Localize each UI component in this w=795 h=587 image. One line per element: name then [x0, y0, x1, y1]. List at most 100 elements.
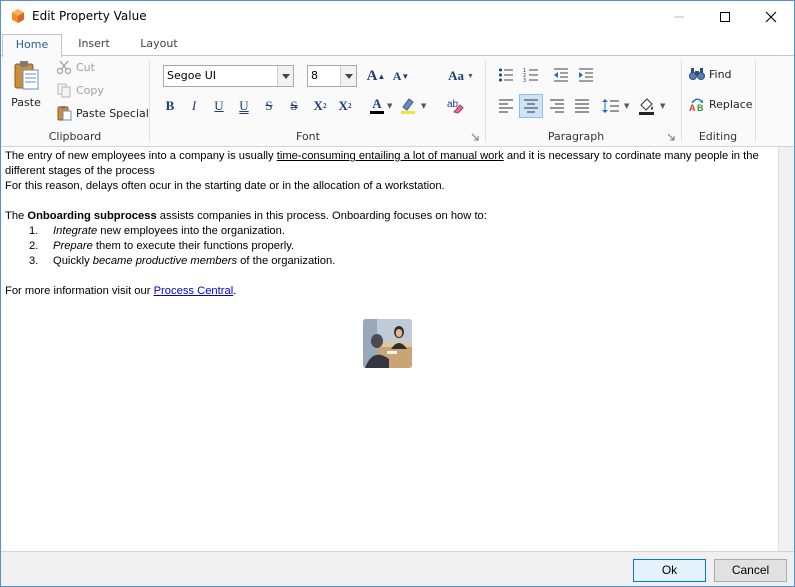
bold-icon: B: [165, 98, 175, 113]
underlined-text: time-consuming entailing a lot of manual…: [276, 150, 504, 162]
change-case-icon: Aa: [448, 68, 464, 83]
close-button[interactable]: [748, 1, 794, 32]
rich-text-editor[interactable]: The entry of new employees into a compan…: [1, 147, 778, 551]
paragraph-onboarding: The Onboarding subprocess assists compan…: [5, 210, 487, 222]
editing-group-label: Editing: [698, 130, 738, 143]
highlighter-icon: [401, 98, 415, 114]
underline-icon: U: [214, 98, 224, 113]
minimize-button[interactable]: [656, 1, 702, 32]
align-center-button[interactable]: [519, 94, 543, 118]
find-button[interactable]: Find: [689, 67, 732, 81]
svg-text:3: 3: [523, 78, 526, 83]
copy-icon: [57, 83, 71, 98]
justify-icon[interactable]: [574, 99, 590, 113]
font-group-label: Font: [296, 130, 320, 143]
clear-formatting-button[interactable]: ab: [446, 96, 464, 114]
copy-button[interactable]: Copy: [56, 82, 104, 98]
paragraph-dialog-launcher-icon[interactable]: [667, 133, 675, 141]
font-color-button[interactable]: A: [365, 96, 389, 114]
paste-special-label: Paste Special: [76, 106, 149, 120]
tab-insert[interactable]: Insert: [64, 34, 124, 56]
superscript-mark: 2: [322, 102, 327, 110]
chevron-down-icon: [340, 66, 356, 86]
superscript-button[interactable]: X2: [311, 97, 329, 115]
double-underline-button[interactable]: U: [235, 97, 253, 115]
chevron-down-icon[interactable]: ▼: [421, 102, 426, 110]
paste-button[interactable]: Paste: [7, 60, 45, 116]
find-label: Find: [709, 67, 732, 81]
line-spacing-icon[interactable]: [602, 98, 620, 114]
clipboard-group-label: Clipboard: [48, 130, 102, 143]
highlight-button[interactable]: [399, 96, 417, 114]
close-icon: [765, 11, 777, 22]
list-item: 3. Quickly became productive members of t…: [29, 255, 336, 267]
change-case-button[interactable]: Aa ▼: [446, 67, 476, 85]
chevron-down-icon: [277, 66, 293, 86]
increase-indent-icon[interactable]: [578, 67, 594, 83]
group-divider: [755, 60, 756, 142]
window-title: Edit Property Value: [32, 9, 147, 23]
shrink-font-button[interactable]: A ▼: [392, 67, 410, 85]
font-size-value: 8: [311, 69, 318, 82]
edit-property-dialog: Edit Property Value Home Insert Layout P…: [0, 0, 795, 587]
app-logo-icon: [12, 9, 24, 23]
font-color-swatch: [370, 110, 384, 114]
bold-button[interactable]: B: [161, 97, 179, 115]
paragraph-more-info: For more information visit our Process C…: [5, 285, 237, 297]
scissors-icon: [56, 60, 72, 75]
decrease-indent-icon[interactable]: [553, 67, 569, 83]
maximize-icon: [720, 11, 730, 22]
tab-home[interactable]: Home: [2, 34, 62, 57]
clear-formatting-icon: ab: [447, 99, 464, 114]
ok-button[interactable]: Ok: [633, 559, 706, 582]
cut-label: Cut: [76, 60, 95, 74]
chevron-down-icon[interactable]: ▼: [660, 102, 665, 110]
font-family-select[interactable]: Segoe UI: [163, 65, 294, 87]
double-strikethrough-button[interactable]: S: [285, 97, 303, 115]
cancel-button[interactable]: Cancel: [714, 559, 787, 582]
font-dialog-launcher-icon[interactable]: [471, 133, 479, 141]
bullet-list-icon[interactable]: [498, 67, 514, 83]
superscript-icon: X: [313, 98, 323, 113]
list-item: 2. Prepare them to execute their function…: [29, 240, 295, 252]
align-left-icon[interactable]: [498, 99, 514, 113]
double-strikethrough-icon: S: [290, 98, 298, 113]
chevron-down-icon[interactable]: ▼: [387, 102, 392, 110]
clipboard-paste-icon: [14, 61, 39, 90]
numbered-list-icon[interactable]: 1 2 3: [523, 67, 539, 83]
replace-label: Replace: [709, 97, 753, 111]
chevron-down-icon[interactable]: ▼: [624, 102, 629, 110]
font-family-value: Segoe UI: [167, 69, 217, 82]
binoculars-icon: [689, 68, 705, 80]
tab-layout[interactable]: Layout: [125, 34, 193, 56]
paste-label: Paste: [11, 96, 41, 109]
paste-special-icon: [57, 106, 72, 121]
shrink-font-icon: A: [392, 68, 402, 83]
replace-button[interactable]: A B Replace: [689, 96, 753, 113]
strikethrough-button[interactable]: S: [260, 97, 278, 115]
cut-button[interactable]: Cut: [56, 59, 95, 75]
dialog-footer: Ok Cancel: [1, 551, 794, 586]
paragraph-group-label: Paragraph: [547, 130, 605, 143]
font-size-select[interactable]: 8: [307, 65, 357, 87]
paragraph-intro: The entry of new employees into a compan…: [5, 150, 759, 177]
subscript-mark: 2: [347, 102, 352, 110]
svg-text:A: A: [689, 103, 696, 112]
process-central-link[interactable]: Process Central: [154, 285, 234, 297]
maximize-button[interactable]: [702, 1, 748, 32]
minimize-icon: [674, 16, 684, 17]
vertical-scrollbar[interactable]: [778, 147, 794, 551]
paste-special-button[interactable]: Paste Special: [56, 105, 149, 121]
underline-button[interactable]: U: [210, 97, 228, 115]
numbered-list: 1. Integrate new employees into the organ…: [5, 224, 774, 269]
font-color-icon: A: [372, 95, 382, 111]
meeting-photo: [363, 319, 412, 368]
paragraph-delays: For this reason, delays often ocur in th…: [5, 180, 445, 192]
align-right-icon[interactable]: [549, 99, 565, 113]
italic-button[interactable]: I: [185, 97, 203, 115]
grow-font-button[interactable]: A ▲: [367, 67, 386, 85]
paragraph-shading-icon[interactable]: [638, 97, 656, 115]
ribbon: Paste Cut Copy Paste Special Clipboard S…: [1, 55, 794, 147]
title-bar: Edit Property Value: [1, 1, 794, 32]
subscript-button[interactable]: X2: [336, 97, 354, 115]
